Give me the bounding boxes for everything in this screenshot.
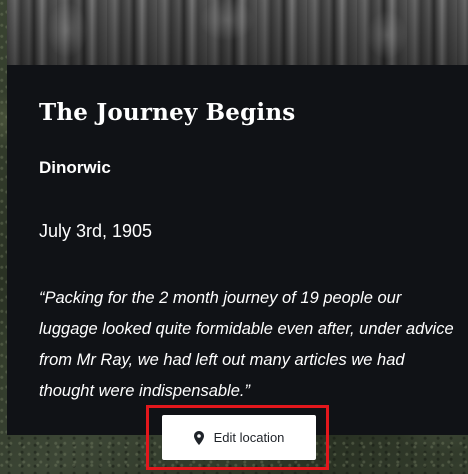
story-card: The Journey Begins Dinorwic July 3rd, 19… (7, 65, 468, 435)
story-date: July 3rd, 1905 (39, 221, 153, 241)
story-photo (7, 0, 468, 65)
story-title: The Journey Begins (39, 99, 296, 126)
story-quote: “Packing for the 2 month journey of 19 p… (39, 289, 454, 400)
map-pin-icon (193, 430, 204, 445)
edit-location-label: Edit location (213, 430, 285, 445)
story-place: Dinorwic (39, 158, 111, 177)
edit-location-button[interactable]: Edit location (162, 415, 316, 460)
